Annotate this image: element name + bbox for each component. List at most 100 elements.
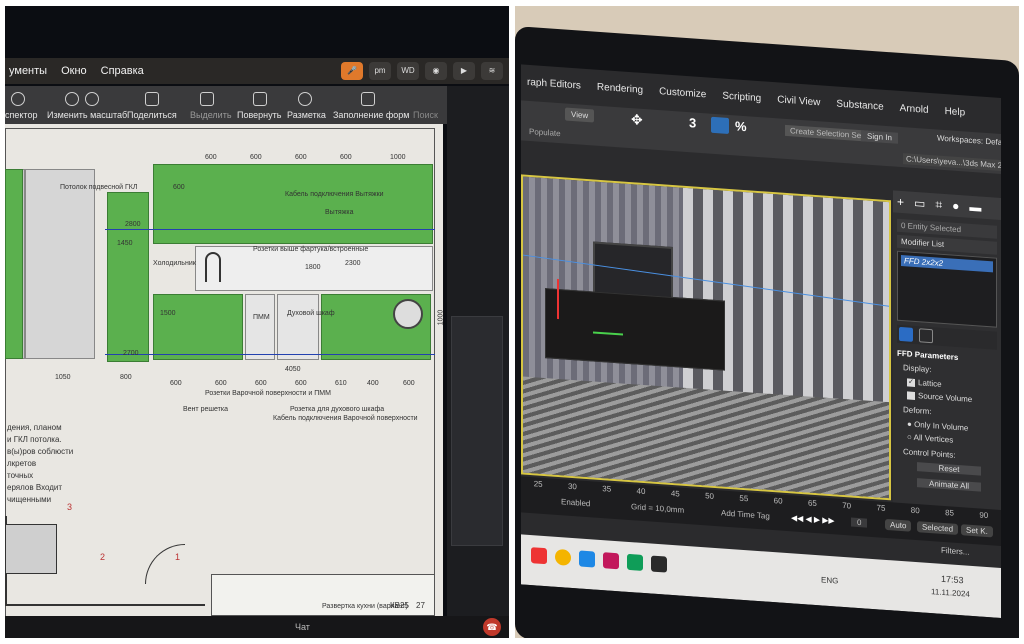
play-icon[interactable]: ▶ xyxy=(453,62,475,80)
zoom-in-icon[interactable] xyxy=(85,92,99,106)
set-key-button[interactable]: Set K. xyxy=(961,524,993,538)
animate-all-button[interactable]: Animate All xyxy=(917,478,981,492)
markup-icon[interactable] xyxy=(298,92,312,106)
menu-civil-view[interactable]: Civil View xyxy=(777,94,820,117)
view-dropdown[interactable]: View xyxy=(565,107,595,123)
menu-item-documents[interactable]: ументы xyxy=(9,65,47,77)
status-icons: 🎤 pm WD ◉ ▶ ≋ xyxy=(341,62,503,80)
menu-arnold[interactable]: Arnold xyxy=(900,103,929,125)
annotation: Вент решетка xyxy=(183,406,228,413)
dim-label: 800 xyxy=(120,374,132,381)
pen-icon[interactable] xyxy=(200,92,214,106)
motion-tab-icon[interactable]: ● xyxy=(952,199,959,214)
dim-line xyxy=(105,354,435,355)
highlight-button[interactable]: Выделить xyxy=(190,110,232,120)
stack-item-ffd[interactable]: FFD 2x2x2 xyxy=(901,254,993,273)
annotation: Кабель подключения Варочной поверхности xyxy=(273,415,418,422)
app-icon[interactable] xyxy=(603,552,619,570)
playback-controls[interactable]: ◀◀ ◀ ▶ ▶▶ xyxy=(791,513,835,525)
wifi-icon[interactable]: ≋ xyxy=(481,62,503,80)
project-path[interactable]: C:\Users\yeva...\3ds Max 202 xyxy=(903,153,1001,171)
annotation: Духовой шкаф xyxy=(287,310,335,317)
sign-in-button[interactable]: Sign In xyxy=(861,130,898,144)
menu-item-help[interactable]: Справка xyxy=(101,65,144,77)
phone-icon[interactable]: ☎ xyxy=(483,618,501,636)
dim-label: 1500 xyxy=(160,310,176,317)
chrome-icon[interactable] xyxy=(555,548,571,566)
percent-snap-toggle[interactable]: % xyxy=(735,118,747,134)
command-panel: + ▭ ⌗ ● ▬ 0 Entity Selected Modifier Lis… xyxy=(893,190,1001,518)
tick-label: 50 xyxy=(705,491,714,501)
3dsmax-icon[interactable] xyxy=(651,555,667,573)
workspaces-dropdown[interactable]: Workspaces: Default xyxy=(937,134,1001,147)
zoom-button[interactable]: Изменить масштаб xyxy=(47,110,127,120)
dim-label: 610 xyxy=(335,380,347,387)
pm-badge[interactable]: pm xyxy=(369,62,391,80)
frame-field[interactable]: 0 xyxy=(851,517,868,528)
zoom-out-icon[interactable] xyxy=(65,92,79,106)
rotate-button[interactable]: Повернуть xyxy=(237,110,281,120)
marker-3: 3 xyxy=(67,502,73,512)
menu-graph-editors[interactable]: raph Editors xyxy=(527,77,581,101)
modify-tab-icon[interactable]: ▭ xyxy=(914,196,925,211)
snap-toggle[interactable]: 3 xyxy=(689,115,696,131)
info-icon[interactable] xyxy=(11,92,25,106)
dim-label: 2700 xyxy=(123,350,139,357)
menu-substance[interactable]: Substance xyxy=(836,98,883,121)
markup-button[interactable]: Разметка xyxy=(287,110,326,120)
ffd-params-title[interactable]: FFD Parameters xyxy=(897,349,958,362)
add-time-tag[interactable]: Add Time Tag xyxy=(721,508,770,520)
camera-icon[interactable]: ◉ xyxy=(425,62,447,80)
trash-icon[interactable] xyxy=(919,328,933,344)
display-tab-icon[interactable]: ▬ xyxy=(969,200,981,215)
share-button[interactable]: Поделиться xyxy=(127,110,177,120)
reset-button[interactable]: Reset xyxy=(917,462,981,476)
app-icon[interactable] xyxy=(627,553,643,571)
create-selection-set[interactable]: Create Selection Set xyxy=(785,124,869,142)
filters-button[interactable]: Filters... xyxy=(941,546,969,557)
only-in-volume-radio[interactable]: ● Only In Volume xyxy=(907,419,968,432)
share-icon[interactable] xyxy=(145,92,159,106)
wall-cabinets xyxy=(153,164,433,244)
lattice-checkbox[interactable]: ✓ Lattice xyxy=(907,377,942,389)
clock-date[interactable]: 11.11.2024 xyxy=(931,587,970,599)
app-icon[interactable] xyxy=(579,550,595,568)
language-indicator[interactable]: ENG xyxy=(821,575,838,585)
note-line: чищенными xyxy=(7,495,52,504)
hierarchy-tab-icon[interactable]: ⌗ xyxy=(935,197,942,211)
mic-icon[interactable]: 🎤 xyxy=(341,62,363,80)
menu-customize[interactable]: Customize xyxy=(659,86,706,109)
inspector-button[interactable]: спектор xyxy=(5,110,37,120)
tick-label: 60 xyxy=(773,496,783,506)
populate-tab[interactable]: Populate xyxy=(529,127,561,138)
youtube-icon[interactable] xyxy=(531,547,547,565)
create-tab-icon[interactable]: + xyxy=(897,195,904,209)
tv-cabinet[interactable] xyxy=(545,288,725,371)
plan-sink xyxy=(5,524,57,574)
selected-dropdown[interactable]: Selected xyxy=(917,521,959,535)
perspective-viewport[interactable] xyxy=(521,174,891,501)
annotation: Розетки Варочной поверхности и ПММ xyxy=(205,390,331,397)
enabled-label[interactable]: Enabled xyxy=(561,497,590,508)
form-icon[interactable] xyxy=(361,92,375,106)
all-vertices-radio[interactable]: ○ All Vertices xyxy=(907,432,953,444)
rotate-icon[interactable] xyxy=(253,92,267,106)
clock-time[interactable]: 17:53 xyxy=(941,574,964,586)
dim-label: 1000 xyxy=(437,309,445,326)
angle-snap-icon[interactable] xyxy=(711,116,729,134)
menu-item-window[interactable]: Окно xyxy=(61,65,87,77)
chat-label[interactable]: Чат xyxy=(295,622,310,632)
grid-label: Grid = 10,0mm xyxy=(631,502,685,515)
search-button[interactable]: Поиск xyxy=(413,110,438,120)
menu-rendering[interactable]: Rendering xyxy=(597,82,643,105)
move-icon[interactable]: ✥ xyxy=(631,111,643,129)
drawing-sheet: 600 600 600 600 1000 600 2800 1450 2300 … xyxy=(5,124,445,620)
forms-button[interactable]: Заполнение форм xyxy=(333,110,409,120)
source-volume-checkbox[interactable]: Source Volume xyxy=(907,390,972,404)
menu-scripting[interactable]: Scripting xyxy=(722,90,761,113)
auto-key-button[interactable]: Auto xyxy=(885,518,912,532)
control-points-label: Control Points: xyxy=(903,447,956,460)
menu-help[interactable]: Help xyxy=(945,106,966,127)
pin-stack-icon[interactable] xyxy=(899,326,913,342)
wd-badge[interactable]: WD xyxy=(397,62,419,80)
